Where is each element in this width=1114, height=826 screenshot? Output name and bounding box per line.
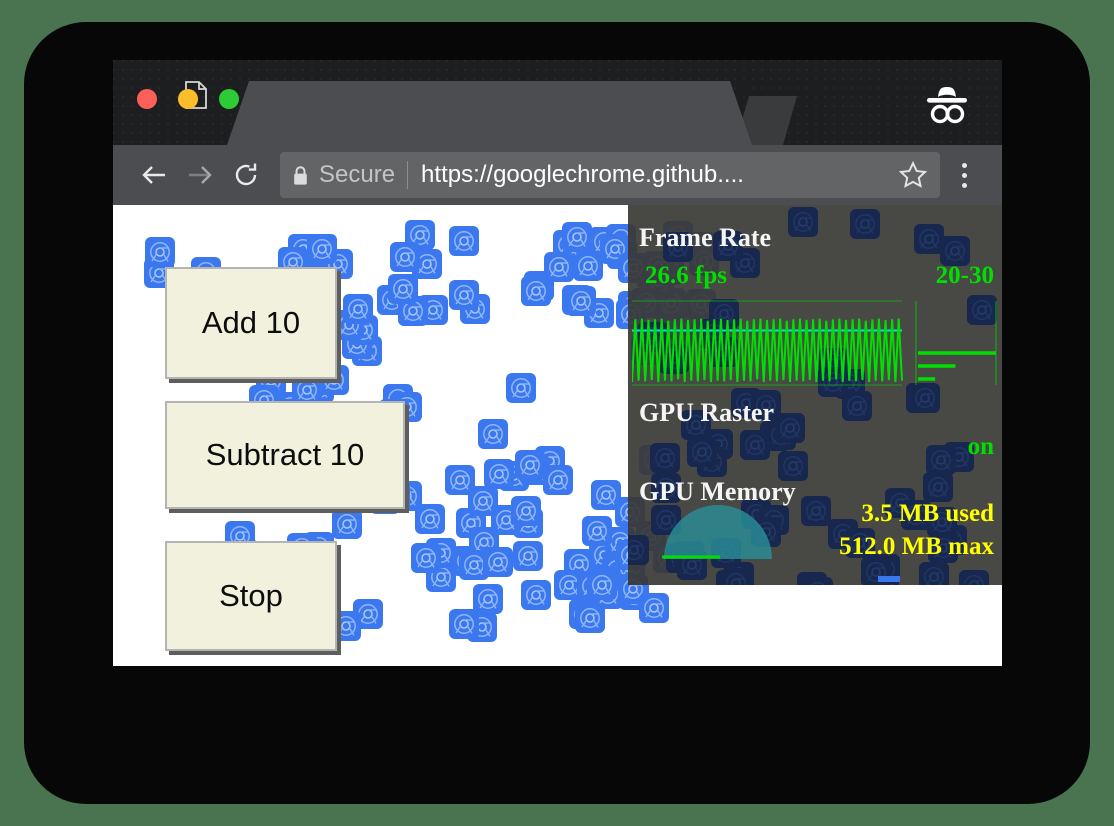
chrome-logo-icon <box>478 419 508 449</box>
chrome-logo-icon <box>850 209 880 239</box>
chrome-logo-icon <box>145 237 175 267</box>
gpu-memory-max: 512.0 MB max <box>839 533 994 561</box>
chrome-logo-icon <box>521 580 551 610</box>
chrome-logo-icon <box>473 584 503 614</box>
chrome-logo-icon <box>801 496 831 526</box>
chrome-logo-icon <box>650 443 680 473</box>
reload-button[interactable] <box>223 152 269 198</box>
chrome-logo-icon <box>803 577 833 585</box>
back-button[interactable] <box>131 152 177 198</box>
gpu-raster-value: on <box>968 433 994 461</box>
frame-rate-label: Frame Rate <box>639 223 771 253</box>
tab-janky-animation[interactable] <box>227 81 752 145</box>
star-icon[interactable] <box>898 160 928 190</box>
chrome-logo-icon <box>506 373 536 403</box>
chrome-logo-icon <box>521 276 551 306</box>
chrome-logo-icon <box>332 509 362 539</box>
gpu-memory-label: GPU Memory <box>639 477 796 507</box>
chrome-logo-icon <box>484 459 514 489</box>
tab-strip: Janky Animation × <box>113 60 1002 145</box>
subtract-10-button[interactable]: Subtract 10 <box>165 401 405 509</box>
chrome-logo-icon <box>415 504 445 534</box>
incognito-icon <box>919 83 975 127</box>
maximize-window-button[interactable] <box>219 89 239 109</box>
url-text[interactable]: https://googlechrome.github.... <box>421 161 892 189</box>
frame-rate-graph <box>632 298 998 388</box>
chrome-logo-icon <box>959 570 989 585</box>
gpu-raster-label: GPU Raster <box>639 398 774 428</box>
address-bar[interactable]: Secure https://googlechrome.github.... <box>280 152 940 198</box>
add-10-button[interactable]: Add 10 <box>165 267 337 379</box>
chrome-logo-icon <box>721 568 751 585</box>
chrome-logo-icon <box>919 562 949 585</box>
chrome-logo-icon <box>788 207 818 237</box>
chrome-logo-icon <box>926 445 956 475</box>
chrome-logo-icon <box>449 609 479 639</box>
chrome-logo-icon <box>449 226 479 256</box>
stop-button[interactable]: Stop <box>165 541 337 651</box>
chrome-logo-icon <box>562 222 592 252</box>
minimize-window-button[interactable] <box>178 89 198 109</box>
chrome-logo-icon <box>923 472 953 502</box>
chrome-logo-icon <box>543 465 573 495</box>
security-label: Secure <box>319 161 395 189</box>
chrome-logo-icon <box>566 286 596 316</box>
chrome-logo-icon <box>628 535 649 565</box>
close-window-button[interactable] <box>137 89 157 109</box>
chrome-logo-icon <box>587 570 617 600</box>
divider <box>407 161 408 189</box>
gpu-memory-gauge <box>660 501 776 563</box>
window-controls <box>137 89 239 109</box>
browser-toolbar: Secure https://googlechrome.github.... <box>113 145 1002 205</box>
page-viewport: Add 10 Subtract 10 Stop Frame Rate 26.6 … <box>113 205 1002 666</box>
chrome-logo-icon <box>388 274 418 304</box>
chrome-logo-icon <box>513 541 543 571</box>
chrome-logo-icon <box>390 242 420 272</box>
chrome-logo-icon <box>411 543 441 573</box>
frame-rate-range: 20-30 <box>936 262 994 290</box>
chrome-logo-icon <box>515 450 545 480</box>
kebab-menu-icon[interactable] <box>944 152 984 198</box>
gpu-memory-used: 3.5 MB used <box>861 500 994 528</box>
frame-rate-value: 26.6 fps <box>645 262 727 290</box>
chrome-logo-icon <box>449 280 479 310</box>
chrome-logo-icon <box>307 234 337 264</box>
chrome-logo-icon <box>483 547 513 577</box>
chrome-logo-icon <box>511 496 541 526</box>
forward-button[interactable] <box>177 152 223 198</box>
chrome-logo-icon <box>842 391 872 421</box>
scroll-indicator[interactable] <box>878 576 900 582</box>
chrome-logo-icon <box>582 516 612 546</box>
chrome-logo-icon <box>343 294 373 324</box>
chrome-logo-icon <box>639 593 669 623</box>
chrome-logo-icon <box>687 437 717 467</box>
fps-hud-overlay: Frame Rate 26.6 fps 20-30 GPU Raster on … <box>628 205 1002 585</box>
browser-window: Janky Animation × <box>113 60 1002 666</box>
lock-icon <box>292 165 309 186</box>
